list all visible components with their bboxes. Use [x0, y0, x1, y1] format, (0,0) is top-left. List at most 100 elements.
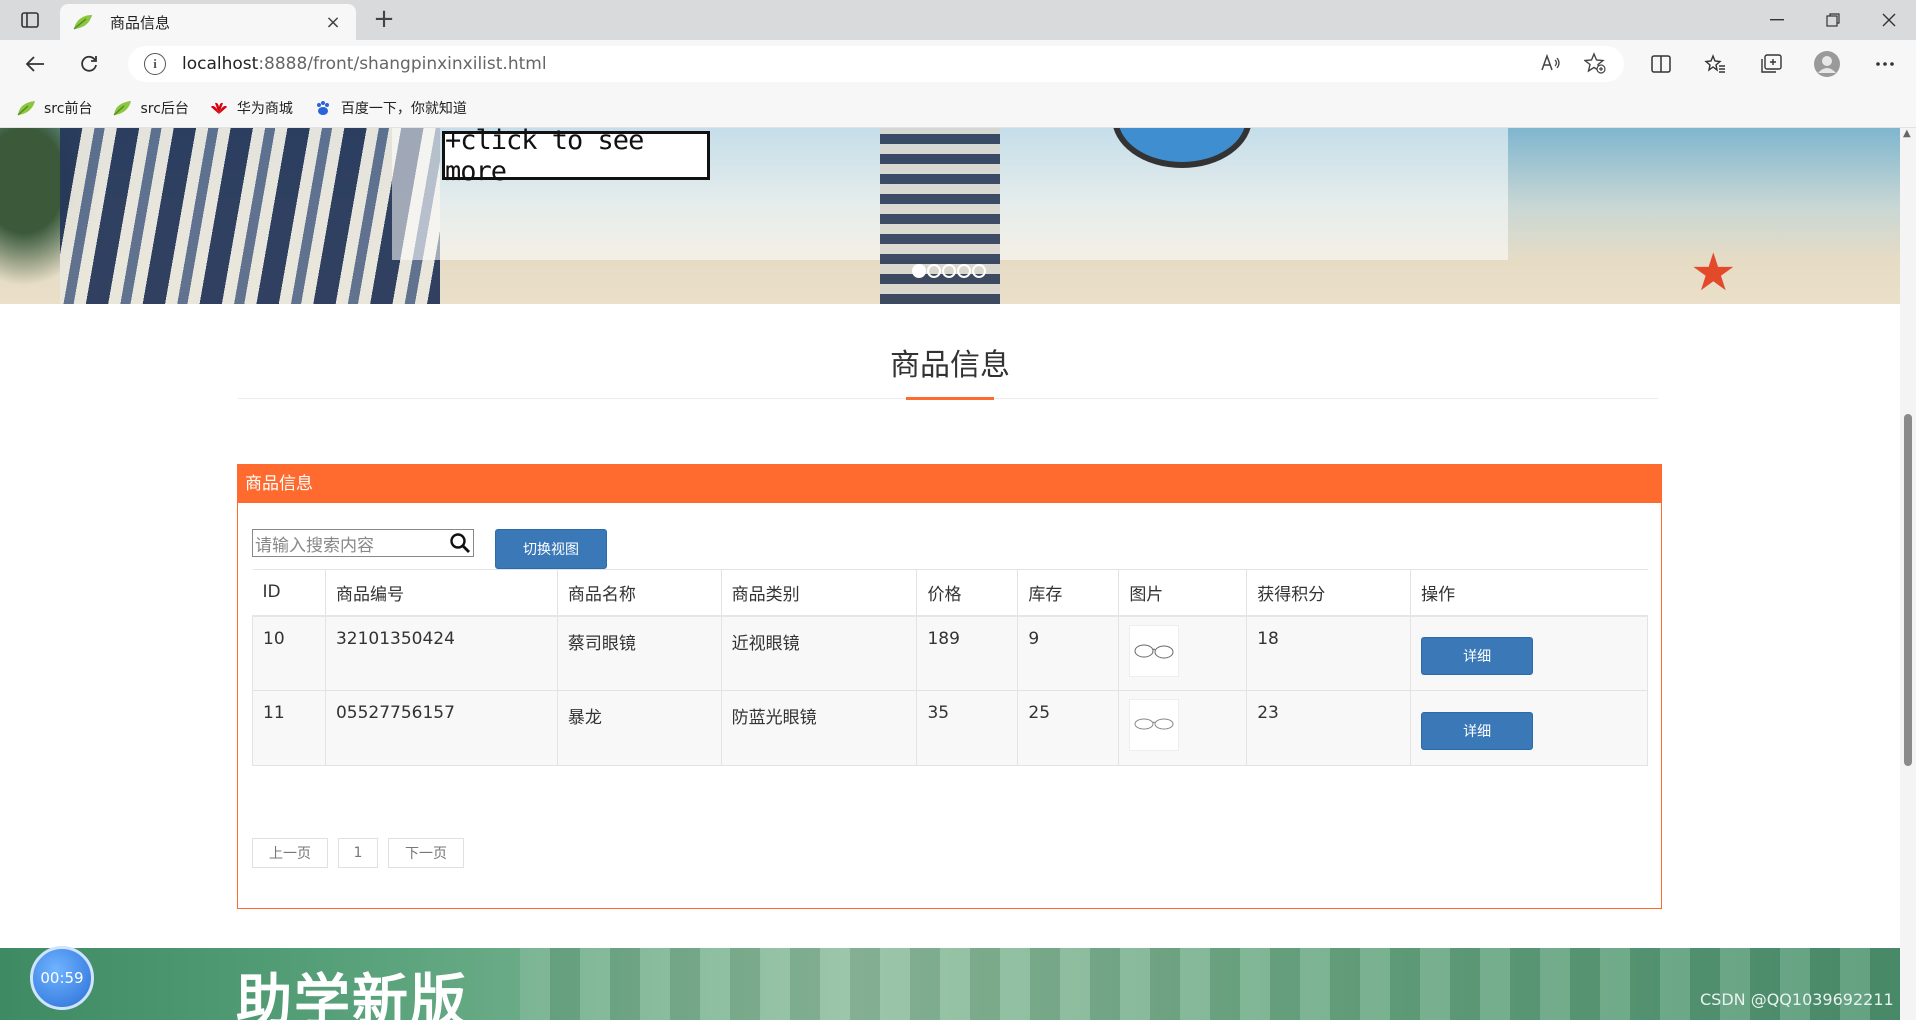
search-icon[interactable] [449, 532, 471, 554]
leaf-favicon-icon [72, 13, 94, 31]
cell-stock: 25 [1017, 690, 1120, 766]
bookmark-huawei[interactable]: 华为商城 [209, 98, 293, 118]
column-header: ID [252, 569, 326, 617]
switch-view-button[interactable]: 切换视图 [495, 529, 607, 569]
banner-chair-decoration [60, 128, 440, 304]
footer-banner: 助学新版 [0, 948, 1900, 1020]
favorites-icon[interactable] [1698, 48, 1732, 80]
search-input[interactable]: 请输入搜索内容 [252, 529, 474, 557]
table-row: 11 05527756157 暴龙 防蓝光眼镜 35 25 23 详细 [252, 690, 1648, 766]
huawei-icon [209, 100, 229, 116]
starfish-icon: ★ [1690, 243, 1737, 303]
column-header: 操作 [1410, 569, 1648, 617]
page-scrollbar[interactable]: ▲ [1900, 128, 1916, 1020]
scrollbar-thumb[interactable] [1904, 414, 1912, 766]
tab-close-icon[interactable]: × [322, 12, 344, 33]
table-row: 10 32101350424 蔡司眼镜 近视眼镜 189 9 18 详细 [252, 615, 1648, 691]
browser-tab-active[interactable]: 商品信息 × [60, 4, 356, 40]
page-viewport: ★ +click to see more 商品信息 商品信息 请输入搜索内容 切… [0, 128, 1900, 1020]
profile-avatar-icon[interactable] [1810, 48, 1844, 80]
leaf-icon [16, 100, 36, 116]
site-info-icon[interactable]: i [144, 53, 166, 75]
browser-tab-bar: 商品信息 × + [0, 0, 1916, 40]
footer-shelves-decoration [520, 948, 1900, 1020]
cell-name: 蔡司眼镜 [556, 615, 722, 691]
cell-id: 10 [252, 615, 326, 691]
close-window-icon[interactable] [1862, 0, 1916, 40]
page-number-button[interactable]: 1 [338, 838, 378, 868]
cell-id: 11 [252, 690, 326, 766]
address-bar[interactable]: i localhost:8888/front/shangpinxinxilist… [128, 46, 1624, 82]
tab-title: 商品信息 [110, 13, 171, 32]
hero-banner: ★ +click to see more [0, 128, 1900, 304]
cell-code: 05527756157 [324, 690, 558, 766]
column-header: 图片 [1118, 569, 1248, 617]
bookmark-label: src前台 [44, 100, 93, 117]
bookmark-src-back[interactable]: src后台 [112, 98, 189, 118]
tab-actions-icon[interactable] [16, 8, 44, 32]
cell-category: 近视眼镜 [720, 615, 918, 691]
url-path: :8888/front/shangpinxinxilist.html [258, 54, 547, 74]
click-to-see-more-button[interactable]: +click to see more [442, 128, 710, 187]
bookmark-label: src后台 [140, 100, 189, 117]
restore-icon[interactable] [1806, 0, 1860, 40]
bookmark-label: 百度一下，你就知道 [340, 100, 467, 117]
cell-name: 暴龙 [556, 690, 722, 766]
table-header-row: ID 商品编号 商品名称 商品类别 价格 库存 图片 获得积分 操作 [252, 569, 1648, 617]
bookmark-baidu[interactable]: 百度一下，你就知道 [313, 98, 467, 118]
url-host: localhost [182, 54, 259, 74]
minimize-icon[interactable] [1750, 0, 1804, 40]
product-table: ID 商品编号 商品名称 商品类别 价格 库存 图片 获得积分 操作 10 32… [252, 569, 1648, 766]
column-header: 获得积分 [1246, 569, 1412, 617]
watermark: CSDN @QQ1039692211 [1700, 990, 1894, 1009]
column-header: 商品编号 [325, 569, 558, 617]
product-glasses-image[interactable] [1129, 699, 1180, 751]
cell-action: 详细 [1410, 615, 1648, 691]
detail-button[interactable]: 详细 [1421, 637, 1534, 676]
product-panel: 商品信息 请输入搜索内容 切换视图 ID 商品编号 商品名称 商品类别 价格 库… [237, 464, 1662, 909]
product-glasses-image[interactable] [1129, 624, 1180, 677]
new-tab-button[interactable]: + [368, 4, 400, 36]
pagination: 上一页 1 下一页 [252, 838, 474, 868]
detail-button[interactable]: 详细 [1421, 712, 1534, 750]
footer-title: 助学新版 [236, 969, 468, 1020]
cell-points: 23 [1246, 690, 1412, 766]
section-title: 商品信息 [890, 348, 1010, 383]
cell-price: 189 [916, 615, 1019, 691]
column-header: 价格 [916, 569, 1019, 617]
recording-timer: 00:59 [30, 946, 94, 1010]
url-text[interactable]: localhost:8888/front/shangpinxinxilist.h… [182, 54, 547, 74]
carousel-dot[interactable] [972, 264, 986, 278]
carousel-dot[interactable] [957, 264, 971, 278]
reload-icon[interactable] [72, 48, 106, 80]
cell-image [1118, 615, 1248, 691]
leaf-icon [112, 100, 132, 116]
carousel-dot[interactable] [942, 264, 956, 278]
cell-action: 详细 [1410, 690, 1648, 766]
section-title-underline [906, 397, 994, 400]
baidu-paw-icon [313, 100, 333, 116]
browser-toolbar: i localhost:8888/front/shangpinxinxilist… [0, 40, 1916, 88]
back-arrow-icon[interactable] [18, 48, 52, 80]
cell-stock: 9 [1017, 615, 1120, 691]
panel-header: 商品信息 [238, 465, 1661, 503]
split-screen-icon[interactable] [1644, 48, 1678, 80]
cell-image [1118, 690, 1248, 766]
read-aloud-icon[interactable] [1536, 48, 1566, 78]
cell-price: 35 [916, 690, 1019, 766]
scroll-up-arrow-icon[interactable]: ▲ [1903, 128, 1911, 139]
collections-icon[interactable] [1754, 48, 1788, 80]
column-header: 库存 [1017, 569, 1120, 617]
cell-code: 32101350424 [324, 615, 558, 691]
bookmark-src-front[interactable]: src前台 [16, 98, 92, 118]
prev-page-button[interactable]: 上一页 [252, 838, 328, 868]
column-header: 商品名称 [557, 569, 722, 617]
column-header: 商品类别 [721, 569, 918, 617]
add-favorite-icon[interactable] [1580, 48, 1610, 78]
next-page-button[interactable]: 下一页 [388, 838, 464, 868]
carousel-dot[interactable] [927, 264, 941, 278]
carousel-dot[interactable] [912, 264, 926, 278]
cell-points: 18 [1246, 615, 1412, 691]
cell-category: 防蓝光眼镜 [720, 690, 918, 766]
more-menu-icon[interactable] [1868, 48, 1902, 80]
